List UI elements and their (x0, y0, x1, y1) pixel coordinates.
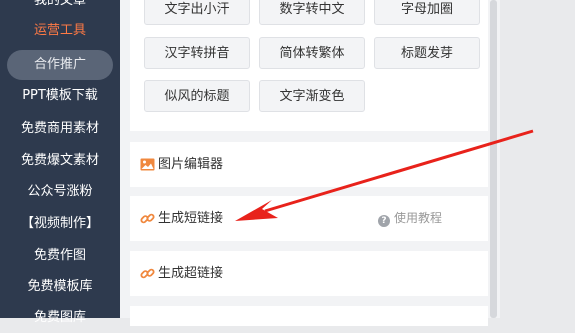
super-link-row[interactable]: 生成超链接 (130, 251, 488, 296)
main-content: 文字出小汗 数字转中文 字母加圈 汉字转拼音 简体转繁体 标题发芽 似风的标题 … (120, 0, 500, 326)
usage-tutorial-label: 使用教程 (394, 211, 443, 225)
tool-button-number-to-chinese[interactable]: 数字转中文 (259, 0, 365, 25)
short-link-row[interactable]: 生成短链接 ? 使用教程 (130, 196, 488, 241)
image-editor-label[interactable]: 图片编辑器 (158, 142, 223, 187)
sidebar-item-my-articles[interactable]: 我的文章 (0, 0, 120, 16)
sidebar-item-free-viral-materials[interactable]: 免费爆文素材 (0, 146, 120, 176)
tool-button-circled-letters[interactable]: 字母加圈 (374, 0, 480, 25)
next-row-card (130, 306, 488, 326)
link-icon (140, 268, 155, 279)
scrollbar[interactable] (488, 0, 500, 318)
tool-button-wind-style-title[interactable]: 似风的标题 (144, 80, 250, 112)
sidebar-item-ppt-templates[interactable]: PPT模板下载 (0, 81, 120, 111)
sidebar-item-operation-tools[interactable]: 运营工具 (0, 16, 120, 46)
tool-button-hanzi-to-pinyin[interactable]: 汉字转拼音 (144, 37, 250, 69)
tool-button-text-sweat[interactable]: 文字出小汗 (144, 0, 250, 25)
sidebar-item-free-design[interactable]: 免费作图 (0, 241, 120, 271)
usage-tutorial-link[interactable]: ? 使用教程 (378, 196, 442, 241)
super-link-label[interactable]: 生成超链接 (158, 251, 223, 296)
scrollbar-thumb[interactable] (490, 0, 497, 318)
question-icon: ? (378, 215, 390, 227)
link-icon (140, 213, 155, 224)
sidebar-item-free-template-library[interactable]: 免费模板库 (0, 272, 120, 302)
short-link-label[interactable]: 生成短链接 (158, 196, 223, 241)
tool-button-title-sprout[interactable]: 标题发芽 (374, 37, 480, 69)
sidebar-item-cooperation[interactable]: 合作推广 (7, 50, 113, 80)
tool-button-text-gradient[interactable]: 文字渐变色 (259, 80, 365, 112)
sidebar-item-free-gallery[interactable]: 免费图库 (0, 303, 120, 333)
image-icon (140, 158, 155, 171)
sidebar: 我的文章 运营工具 合作推广 PPT模板下载 免费商用素材 免费爆文素材 公众号… (0, 0, 120, 325)
text-tools-card: 文字出小汗 数字转中文 字母加圈 汉字转拼音 简体转繁体 标题发芽 似风的标题 … (130, 0, 488, 131)
sidebar-item-grow-followers[interactable]: 公众号涨粉 (0, 177, 120, 207)
sidebar-item-video-making[interactable]: 【视频制作】 (0, 209, 120, 239)
sidebar-item-free-commercial-materials[interactable]: 免费商用素材 (0, 114, 120, 144)
image-editor-row[interactable]: 图片编辑器 (130, 142, 488, 187)
tool-button-simplified-to-traditional[interactable]: 简体转繁体 (259, 37, 365, 69)
